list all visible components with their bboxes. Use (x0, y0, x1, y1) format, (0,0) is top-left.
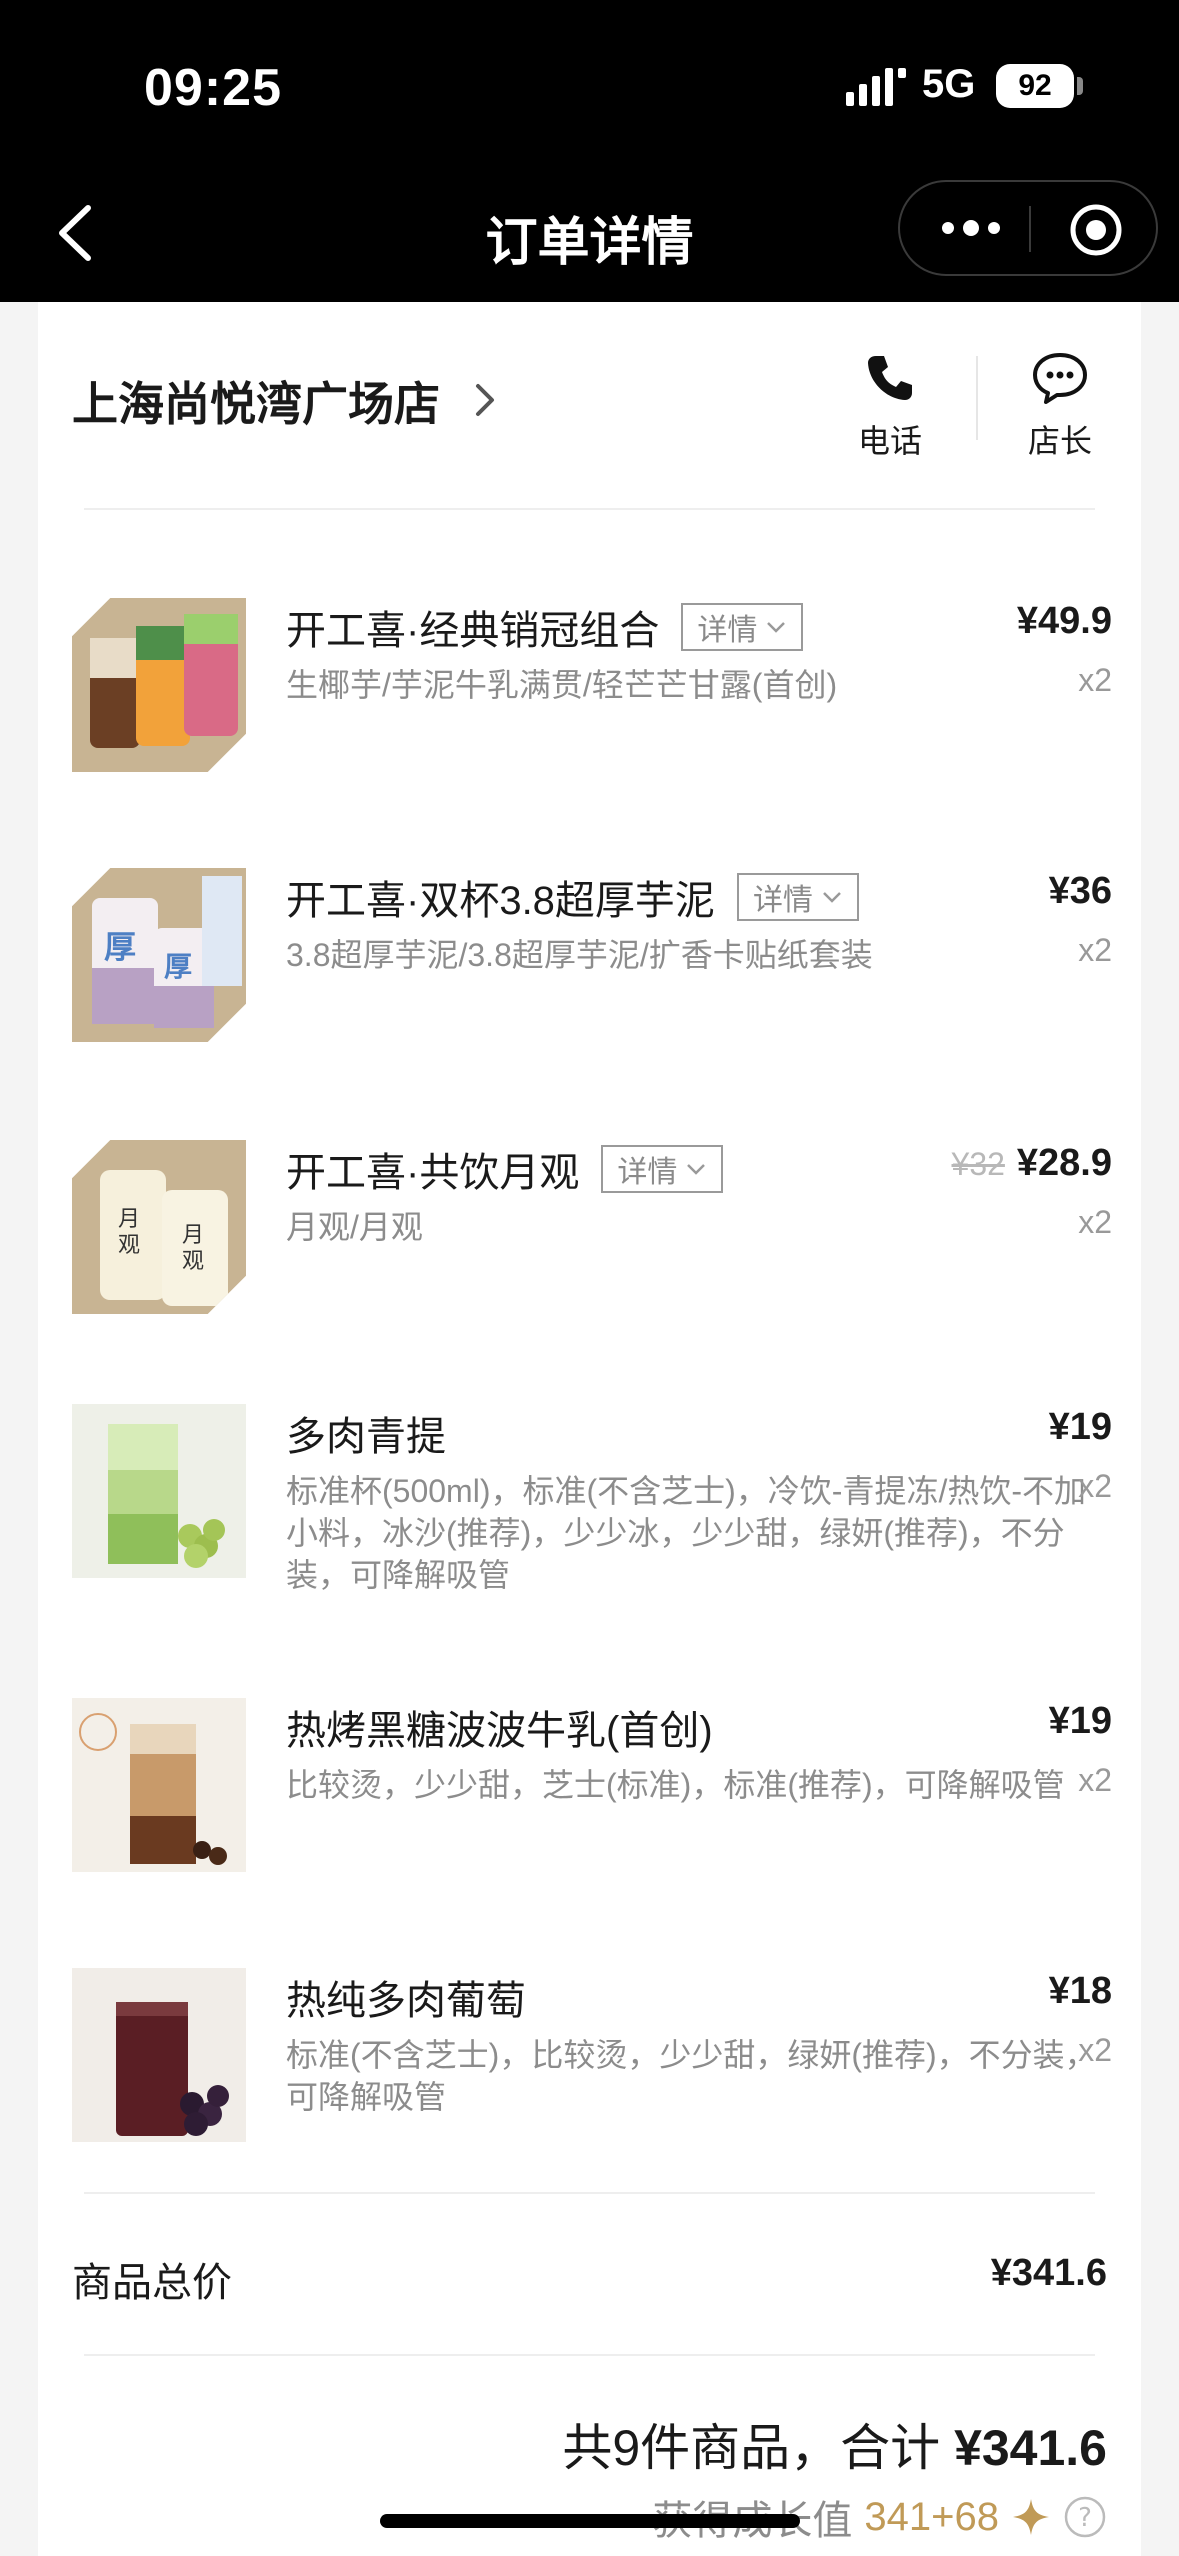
detail-button[interactable]: 详情 (736, 873, 859, 921)
detail-button[interactable]: 详情 (681, 603, 804, 651)
close-miniprogram-icon[interactable] (1068, 202, 1124, 258)
contact-manager-button[interactable]: 店长 (1010, 350, 1110, 462)
item-quantity: x2 (1078, 2032, 1112, 2068)
item-name: 多肉青提 (286, 1415, 446, 1459)
header: 09:25 5G 92 订单详情 (0, 0, 1179, 302)
item-options: 月观/月观 (286, 1209, 423, 1245)
item-quantity: x2 (1078, 932, 1112, 968)
item-options: 3.8超厚芋泥/3.8超厚芋泥/扩香卡贴纸套装 (286, 937, 873, 973)
subtotal-value: ¥341.6 (990, 2252, 1107, 2294)
item-name: 热烤黑糖波波牛乳(首创) (286, 1709, 713, 1753)
detail-label: 详情 (752, 884, 813, 917)
svg-text:厚: 厚 (104, 928, 136, 966)
product-image (72, 1404, 246, 1578)
item-price: ¥19 (1048, 1406, 1112, 1448)
item-options: 生椰芋/芋泥牛乳满贯/轻芒芒甘露(首创) (286, 667, 838, 703)
divider (84, 2354, 1095, 2356)
svg-text:?: ? (1078, 2503, 1092, 2533)
svg-text:观: 观 (118, 1233, 140, 1258)
item-options: 标准杯(500ml)，标准(不含芝士)，冷饮-青提冻/热饮-不加小料，冰沙(推荐… (286, 1473, 1086, 1593)
battery-nub (1077, 77, 1083, 95)
product-image: 厚 厚 (72, 868, 246, 1042)
item-quantity: x2 (1078, 1468, 1112, 1504)
product-image: 月 观 月 观 (72, 1140, 246, 1314)
item-name: 开工喜·双杯3.8超厚芋泥 (286, 879, 715, 923)
status-time: 09:25 (144, 59, 282, 117)
call-store-button[interactable]: 电话 (840, 350, 940, 462)
signal-icon (846, 68, 906, 106)
item-price: ¥49.9 (1016, 600, 1112, 642)
chat-icon (1033, 353, 1087, 404)
item-quantity: x2 (1078, 1762, 1112, 1798)
more-icon[interactable] (936, 208, 1006, 248)
growth-value: 341+68 (864, 2494, 999, 2539)
product-image (72, 598, 246, 772)
help-icon[interactable]: ? (1063, 2495, 1107, 2539)
svg-text:厚: 厚 (164, 950, 192, 983)
item-price: ¥28.9 (1016, 1142, 1112, 1184)
svg-text:月: 月 (182, 1223, 204, 1248)
battery-icon: 92 (996, 64, 1074, 108)
chevron-down-icon (687, 1164, 706, 1175)
divider (84, 2192, 1095, 2194)
svg-text:观: 观 (182, 1249, 204, 1274)
item-name: 开工喜·共饮月观 (286, 1151, 580, 1195)
item-name: 开工喜·经典销冠组合 (286, 609, 660, 653)
divider (84, 508, 1095, 510)
item-quantity: x2 (1078, 662, 1112, 698)
mini-program-capsule (898, 180, 1158, 276)
action-divider (976, 356, 978, 440)
store-name[interactable]: 上海尚悦湾广场店 (72, 368, 440, 434)
item-options: 比较烫，少少甜，芝士(标准)，标准(推荐)，可降解吸管 (286, 1767, 1065, 1803)
original-price: ¥32 (951, 1146, 1005, 1182)
item-price: ¥18 (1048, 1970, 1112, 2012)
detail-label: 详情 (617, 1156, 678, 1189)
phone-icon (868, 356, 912, 400)
chevron-right-icon[interactable] (470, 380, 500, 420)
chevron-down-icon (767, 622, 786, 633)
item-quantity: x2 (1078, 1204, 1112, 1240)
item-price: ¥19 (1048, 1700, 1112, 1742)
home-indicator (380, 2514, 800, 2528)
network-label: 5G (922, 62, 976, 106)
subtotal-label: 商品总价 (72, 2261, 232, 2305)
sparkle-icon (1013, 2499, 1049, 2535)
phone-label: 电话 (857, 423, 922, 459)
item-price: ¥36 (1048, 870, 1112, 912)
item-options: 标准(不含芝士)，比较烫，少少甜，绿妍(推荐)，不分装，可降解吸管 (286, 2037, 1097, 2115)
product-image (72, 1968, 246, 2142)
chevron-down-icon (823, 892, 841, 903)
summary-prefix: 共9件商品，合计 (562, 2420, 941, 2476)
item-name: 热纯多肉葡萄 (286, 1979, 526, 2023)
order-summary: 共9件商品，合计 ¥341.6 (562, 2408, 1107, 2480)
detail-label: 详情 (697, 614, 758, 647)
svg-text:月: 月 (118, 1207, 140, 1232)
item-price-group: ¥32 ¥28.9 (952, 1142, 1112, 1185)
capsule-divider (1029, 206, 1031, 252)
summary-amount: ¥341.6 (954, 2420, 1107, 2476)
manager-label: 店长 (1027, 423, 1092, 459)
product-image (72, 1698, 246, 1872)
detail-button[interactable]: 详情 (601, 1145, 724, 1193)
